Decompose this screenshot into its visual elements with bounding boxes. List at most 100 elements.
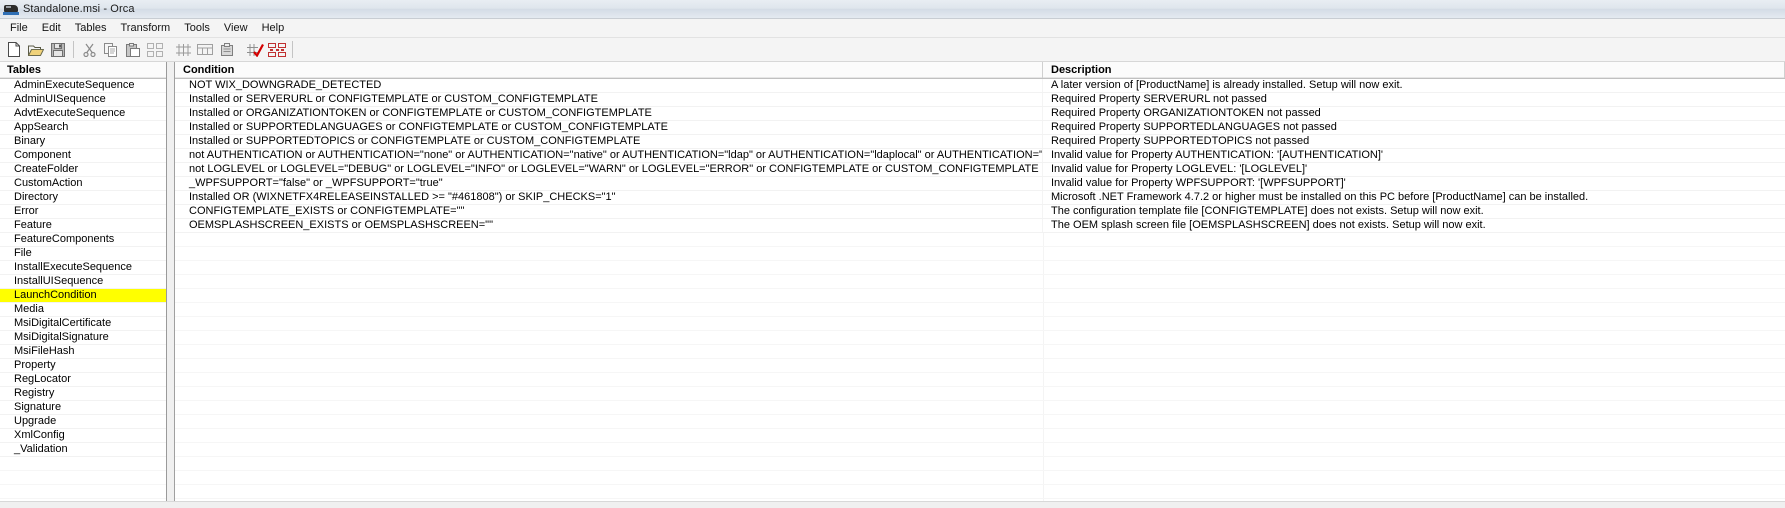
drop-row-button[interactable] bbox=[144, 39, 166, 60]
cell-condition[interactable]: not AUTHENTICATION or AUTHENTICATION="no… bbox=[175, 149, 1043, 162]
cell-description[interactable]: Required Property SUPPORTEDTOPICS not pa… bbox=[1043, 135, 1785, 148]
cell-description[interactable]: Required Property ORGANIZATIONTOKEN not … bbox=[1043, 107, 1785, 120]
grid-empty-row bbox=[175, 443, 1785, 457]
add-row-button[interactable] bbox=[172, 39, 194, 60]
cell-condition[interactable]: CONFIGTEMPLATE_EXISTS or CONFIGTEMPLATE=… bbox=[175, 205, 1043, 218]
cell-description[interactable]: A later version of [ProductName] is alre… bbox=[1043, 79, 1785, 92]
tables-list-item[interactable]: Registry bbox=[0, 387, 166, 401]
paste-icon bbox=[126, 42, 140, 57]
cut-button[interactable] bbox=[78, 39, 100, 60]
tables-list-item[interactable]: Upgrade bbox=[0, 415, 166, 429]
copy-button[interactable] bbox=[100, 39, 122, 60]
cell-condition[interactable]: OEMSPLASHSCREEN_EXISTS or OEMSPLASHSCREE… bbox=[175, 219, 1043, 232]
add-table-button[interactable] bbox=[194, 39, 216, 60]
validate-button[interactable] bbox=[244, 39, 266, 60]
tables-list-item[interactable]: FeatureComponents bbox=[0, 233, 166, 247]
cell-description[interactable]: The configuration template file [CONFIGT… bbox=[1043, 205, 1785, 218]
tables-list-item[interactable]: AdminUISequence bbox=[0, 93, 166, 107]
new-button[interactable] bbox=[3, 39, 25, 60]
tables-list-item[interactable]: MsiFileHash bbox=[0, 345, 166, 359]
table-row[interactable]: Installed or ORGANIZATIONTOKEN or CONFIG… bbox=[175, 107, 1785, 121]
generate-transform-button[interactable] bbox=[266, 39, 288, 60]
open-button[interactable] bbox=[25, 39, 47, 60]
table-row[interactable]: _WPFSUPPORT="false" or _WPFSUPPORT="true… bbox=[175, 177, 1785, 191]
table-row[interactable]: Installed OR (WIXNETFX4RELEASEINSTALLED … bbox=[175, 191, 1785, 205]
cell-condition[interactable]: Installed or SUPPORTEDTOPICS or CONFIGTE… bbox=[175, 135, 1043, 148]
tables-list-item[interactable]: Media bbox=[0, 303, 166, 317]
table-row[interactable]: Installed or SERVERURL or CONFIGTEMPLATE… bbox=[175, 93, 1785, 107]
table-row[interactable]: CONFIGTEMPLATE_EXISTS or CONFIGTEMPLATE=… bbox=[175, 205, 1785, 219]
menu-item-file[interactable]: File bbox=[3, 21, 35, 36]
paste-button[interactable] bbox=[122, 39, 144, 60]
grid-empty-cell bbox=[175, 401, 1044, 414]
cell-description[interactable]: Invalid value for Property LOGLEVEL: '[L… bbox=[1043, 163, 1785, 176]
save-button[interactable] bbox=[47, 39, 69, 60]
grid-body[interactable]: NOT WIX_DOWNGRADE_DETECTED A later versio… bbox=[175, 79, 1785, 501]
tables-list-item[interactable]: CreateFolder bbox=[0, 163, 166, 177]
cell-description[interactable]: Invalid value for Property AUTHENTICATIO… bbox=[1043, 149, 1785, 162]
cell-description[interactable]: Required Property SUPPORTEDLANGUAGES not… bbox=[1043, 121, 1785, 134]
cell-condition[interactable]: not LOGLEVEL or LOGLEVEL="DEBUG" or LOGL… bbox=[175, 163, 1043, 176]
tables-list-item[interactable]: InstallUISequence bbox=[0, 275, 166, 289]
cell-condition[interactable]: Installed or ORGANIZATIONTOKEN or CONFIG… bbox=[175, 107, 1043, 120]
tables-list-item[interactable]: Property bbox=[0, 359, 166, 373]
menu-item-view[interactable]: View bbox=[217, 21, 255, 36]
table-row[interactable]: NOT WIX_DOWNGRADE_DETECTED A later versio… bbox=[175, 79, 1785, 93]
grid-empty-row bbox=[175, 275, 1785, 289]
column-header-condition[interactable]: Condition bbox=[175, 62, 1043, 78]
tables-list-item[interactable]: Directory bbox=[0, 191, 166, 205]
cell-condition[interactable]: _WPFSUPPORT="false" or _WPFSUPPORT="true… bbox=[175, 177, 1043, 190]
add-table-icon bbox=[197, 44, 213, 55]
grid-empty-cell bbox=[175, 415, 1044, 428]
cell-description[interactable]: The OEM splash screen file [OEMSPLASHSCR… bbox=[1043, 219, 1785, 232]
grid-empty-cell bbox=[175, 359, 1044, 372]
pane-splitter[interactable] bbox=[167, 62, 175, 501]
column-header-description[interactable]: Description bbox=[1043, 62, 1785, 78]
table-row[interactable]: Installed or SUPPORTEDLANGUAGES or CONFI… bbox=[175, 121, 1785, 135]
menu-item-tables[interactable]: Tables bbox=[68, 21, 114, 36]
tables-list-item[interactable]: AppSearch bbox=[0, 121, 166, 135]
import-table-button[interactable] bbox=[216, 39, 238, 60]
menu-item-help[interactable]: Help bbox=[255, 21, 292, 36]
grid-empty-row bbox=[175, 457, 1785, 471]
tables-list-item[interactable]: Binary bbox=[0, 135, 166, 149]
grid-empty-cell bbox=[175, 289, 1044, 302]
tables-list-item[interactable]: _Validation bbox=[0, 443, 166, 457]
tables-list-item[interactable]: AdminExecuteSequence bbox=[0, 79, 166, 93]
table-row[interactable]: Installed or SUPPORTEDTOPICS or CONFIGTE… bbox=[175, 135, 1785, 149]
grid-empty-cell bbox=[175, 345, 1044, 358]
tables-list-item[interactable]: Component bbox=[0, 149, 166, 163]
cell-condition[interactable]: NOT WIX_DOWNGRADE_DETECTED bbox=[175, 79, 1043, 92]
tables-list-item[interactable]: MsiDigitalSignature bbox=[0, 331, 166, 345]
tables-list-item[interactable]: XmlConfig bbox=[0, 429, 166, 443]
menu-item-tools[interactable]: Tools bbox=[177, 21, 217, 36]
grid-empty-cell bbox=[175, 457, 1044, 470]
tables-list-item[interactable]: InstallExecuteSequence bbox=[0, 261, 166, 275]
tables-list-item[interactable]: AdvtExecuteSequence bbox=[0, 107, 166, 121]
cell-condition[interactable]: Installed or SUPPORTEDLANGUAGES or CONFI… bbox=[175, 121, 1043, 134]
tables-column-header[interactable]: Tables bbox=[0, 62, 166, 79]
cell-description[interactable]: Microsoft .NET Framework 4.7.2 or higher… bbox=[1043, 191, 1785, 204]
tables-list-item[interactable]: LaunchCondition bbox=[0, 289, 166, 303]
menu-item-edit[interactable]: Edit bbox=[35, 21, 68, 36]
tables-list-item[interactable]: File bbox=[0, 247, 166, 261]
tables-list-item[interactable]: RegLocator bbox=[0, 373, 166, 387]
grid-empty-row bbox=[175, 303, 1785, 317]
table-row[interactable]: not LOGLEVEL or LOGLEVEL="DEBUG" or LOGL… bbox=[175, 163, 1785, 177]
table-row[interactable]: OEMSPLASHSCREEN_EXISTS or OEMSPLASHSCREE… bbox=[175, 219, 1785, 233]
cell-description[interactable]: Required Property SERVERURL not passed bbox=[1043, 93, 1785, 106]
grid-empty-cell bbox=[175, 443, 1044, 456]
tables-list-item[interactable]: CustomAction bbox=[0, 177, 166, 191]
table-row[interactable]: not AUTHENTICATION or AUTHENTICATION="no… bbox=[175, 149, 1785, 163]
tables-list[interactable]: AdminExecuteSequence AdminUISequence AdvtE… bbox=[0, 79, 166, 501]
cell-description[interactable]: Invalid value for Property WPFSUPPORT: '… bbox=[1043, 177, 1785, 190]
tables-list-item[interactable]: MsiDigitalCertificate bbox=[0, 317, 166, 331]
grid-empty-cell bbox=[1044, 247, 1785, 260]
cell-condition[interactable]: Installed OR (WIXNETFX4RELEASEINSTALLED … bbox=[175, 191, 1043, 204]
menu-item-transform[interactable]: Transform bbox=[114, 21, 178, 36]
grid-empty-cell bbox=[1044, 275, 1785, 288]
tables-list-item[interactable]: Feature bbox=[0, 219, 166, 233]
tables-list-item[interactable]: Error bbox=[0, 205, 166, 219]
tables-list-item[interactable]: Signature bbox=[0, 401, 166, 415]
cell-condition[interactable]: Installed or SERVERURL or CONFIGTEMPLATE… bbox=[175, 93, 1043, 106]
